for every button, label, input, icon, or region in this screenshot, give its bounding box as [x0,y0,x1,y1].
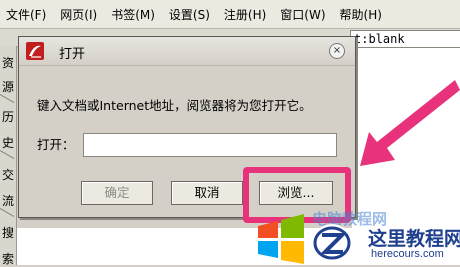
side-tab-divider [0,149,14,160]
side-tab-resources-1[interactable]: 资 [2,54,14,71]
dialog-prompt: 键入文档或Internet地址，阅览器将为您打开它。 [37,98,312,113]
address-value: t:blank [354,32,405,46]
menu-webpage[interactable]: 网页(I) [60,6,97,23]
side-tab-resources-2[interactable]: 源 [2,78,14,95]
pointer-arrow-icon [360,80,460,166]
app-logo-icon [26,42,44,60]
side-tab-divider [0,207,14,218]
open-label: 打开： [37,137,75,152]
open-path-input[interactable] [83,133,337,157]
menu-register[interactable]: 注册(H) [224,6,266,23]
watermark-url: herecours.com [371,248,444,260]
windows-logo-icon [258,214,304,264]
side-tab-search-1[interactable]: 搜 [2,224,14,241]
ok-button[interactable]: 确定 [81,181,153,205]
side-tab-divider [0,93,14,104]
dialog-titlebar[interactable]: 打开 × [19,37,355,66]
cancel-button[interactable]: 取消 [171,181,243,205]
menu-help[interactable]: 帮助(H) [340,6,382,23]
watermark-badge-icon [312,224,352,262]
menu-bar: 文件(F) 网页(I) 书签(M) 设置(S) 注册(H) 窗口(W) 帮助(H… [0,0,460,29]
watermark-title: 这里教程网 [368,228,460,250]
address-input[interactable]: t:blank [350,30,460,48]
dialog-title: 打开 [59,47,86,62]
side-panel: 资 源 历 史 交 流 搜 索 [0,46,17,267]
side-tab-history-2[interactable]: 史 [2,134,14,151]
side-tab-exchange-1[interactable]: 交 [2,166,14,183]
menu-bookmarks[interactable]: 书签(M) [111,6,155,23]
menu-file[interactable]: 文件(F) [6,6,46,23]
menu-window[interactable]: 窗口(W) [280,6,325,23]
close-icon[interactable]: × [329,43,345,59]
side-tab-history-1[interactable]: 历 [2,108,14,125]
side-tab-exchange-2[interactable]: 流 [2,192,14,209]
menu-settings[interactable]: 设置(S) [169,6,210,23]
side-tab-search-2[interactable]: 索 [2,250,14,267]
